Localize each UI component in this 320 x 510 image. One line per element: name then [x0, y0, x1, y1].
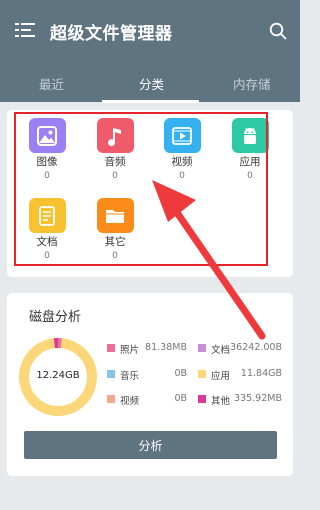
legend-app: 应用 11.84GB: [198, 368, 282, 382]
disk-analysis-title: 磁盘分析: [29, 310, 82, 325]
legend-name: 文档: [211, 345, 231, 356]
total-storage-label: 12.24GB: [36, 370, 80, 381]
legend-value: 0B: [174, 368, 187, 379]
legend-name: 音乐: [120, 371, 140, 382]
tab-bar: 最近 分类 内存储: [0, 62, 300, 102]
legend-name: 应用: [211, 371, 231, 382]
legend-swatch: [198, 370, 206, 378]
legend-photo: 照片 81.38MB: [107, 342, 187, 356]
tab-internal-storage[interactable]: 内存储: [233, 74, 271, 93]
highlight-annotation-box: [14, 112, 268, 266]
legend-video: 视频 0B: [107, 393, 187, 407]
app-title: 超级文件管理器: [50, 24, 173, 44]
legend-swatch: [107, 344, 115, 352]
legend-swatch: [198, 344, 206, 352]
app-header: 超级文件管理器 最近 分类 内存储: [0, 0, 300, 103]
legend-value: 36242.00B: [230, 342, 282, 353]
legend-swatch: [107, 395, 115, 403]
tab-recent[interactable]: 最近: [39, 74, 64, 93]
legend-value: 335.92MB: [234, 393, 282, 404]
tab-category[interactable]: 分类: [139, 74, 164, 93]
active-tab-indicator: [102, 100, 199, 103]
legend-swatch: [107, 370, 115, 378]
legend-value: 0B: [174, 393, 187, 404]
legend-value: 81.38MB: [145, 342, 187, 353]
legend-swatch: [198, 395, 206, 403]
legend-document: 文档 36242.00B: [198, 342, 282, 356]
search-icon[interactable]: [269, 22, 287, 40]
legend-music: 音乐 0B: [107, 368, 187, 382]
legend-name: 视频: [120, 396, 140, 407]
analyze-button[interactable]: 分析: [24, 431, 277, 459]
menu-icon[interactable]: [15, 22, 35, 38]
legend-name: 照片: [120, 345, 140, 356]
legend-value: 11.84GB: [240, 368, 282, 379]
legend-other: 其他 335.92MB: [198, 393, 282, 407]
legend-name: 其他: [211, 396, 231, 407]
